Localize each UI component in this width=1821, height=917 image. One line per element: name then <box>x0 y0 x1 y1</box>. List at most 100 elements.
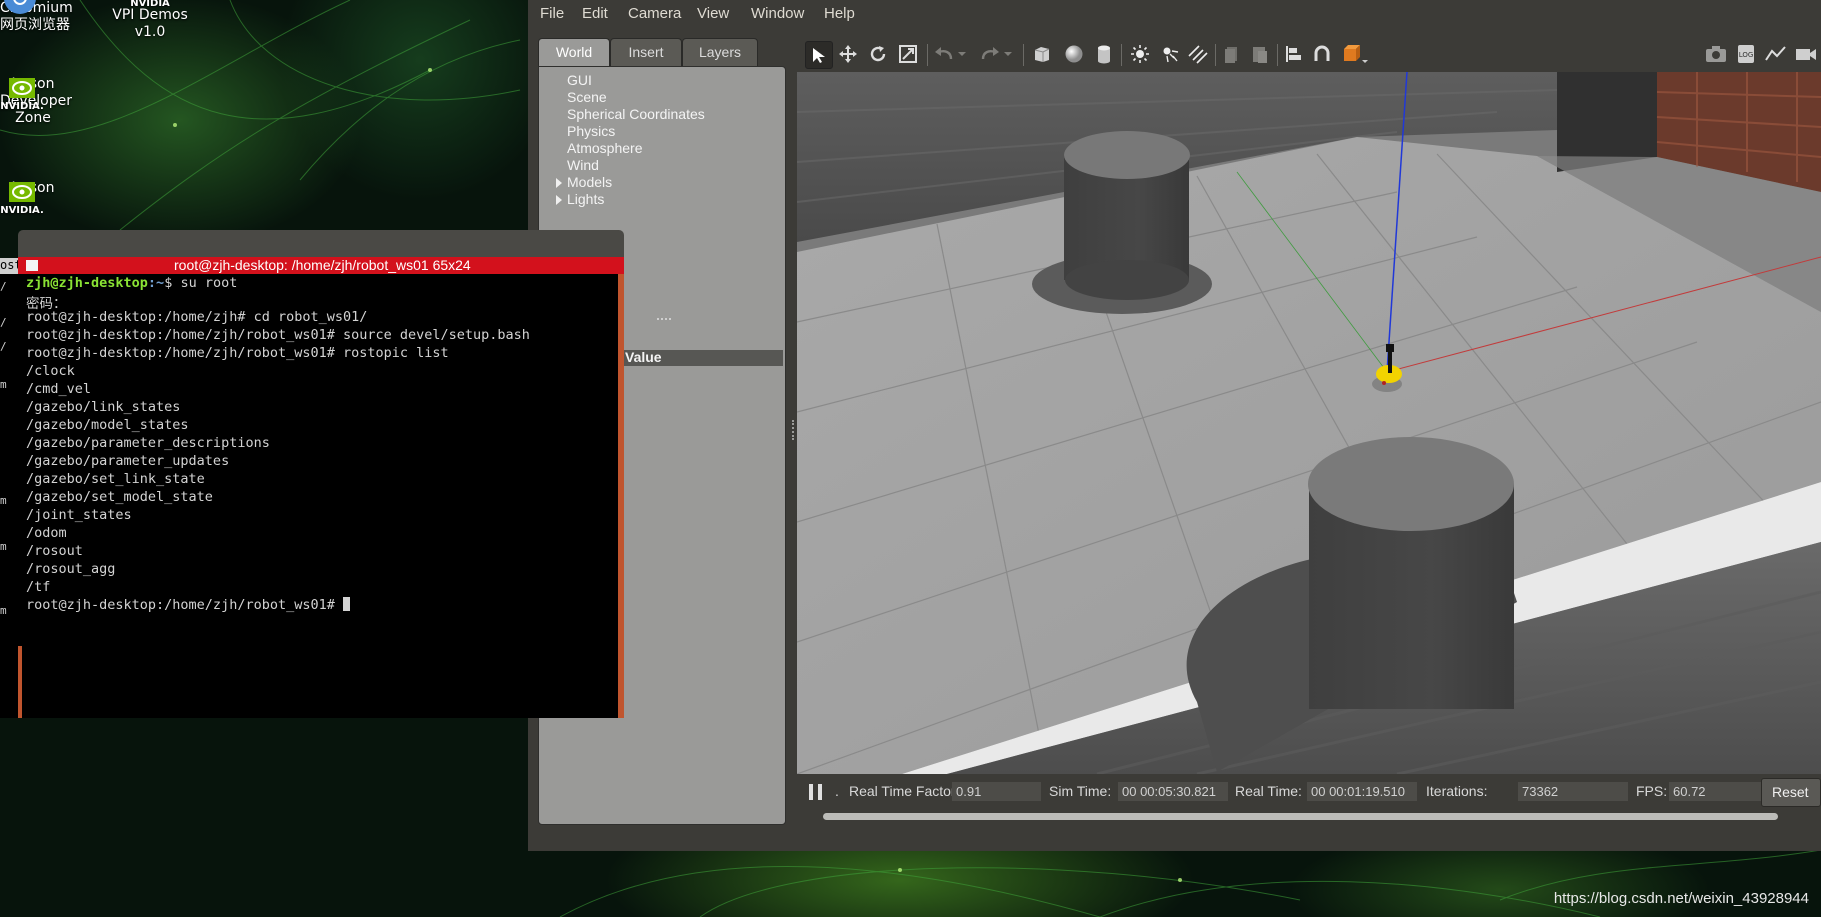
terminal-border <box>618 274 624 718</box>
menu-view[interactable]: View <box>697 5 729 22</box>
3d-viewport[interactable] <box>797 72 1821 774</box>
terminal-line: root@zjh-desktop:/home/zjh/robot_ws01# s… <box>26 327 530 343</box>
fps-value: 60.72 <box>1669 782 1761 801</box>
panel-splitter-handle[interactable] <box>657 318 671 322</box>
snap-icon[interactable] <box>1309 41 1335 67</box>
iterations-label: Iterations: <box>1426 783 1488 799</box>
terminal-line: /gazebo/set_model_state <box>26 489 213 505</box>
sim-time-value: 00 00:05:30.821 <box>1118 782 1228 801</box>
menu-help[interactable]: Help <box>824 5 855 22</box>
tree-item-lights[interactable]: Lights <box>556 191 605 207</box>
terminal-line: /rosout_agg <box>26 561 116 577</box>
redo-icon[interactable] <box>977 41 1003 67</box>
desktop-icon-chromium[interactable]: Chromium 网页浏览器 <box>0 0 73 34</box>
terminal-line: /gazebo/set_link_state <box>26 471 205 487</box>
scrollbar-thumb[interactable] <box>823 813 1778 820</box>
tree-item-label: Lights <box>567 191 605 207</box>
scene-render <box>797 72 1821 774</box>
menu-window[interactable]: Window <box>751 5 804 22</box>
paste-icon[interactable] <box>1247 41 1273 67</box>
terminal-line: root@zjh-desktop:/home/zjh# cd robot_ws0… <box>26 309 368 325</box>
tree-item-label: Models <box>567 174 613 190</box>
toolbar-separator <box>1215 44 1216 66</box>
real-time-value: 00 00:01:19.510 <box>1307 782 1417 801</box>
terminal-line: /cmd_vel <box>26 381 92 397</box>
point-light-icon[interactable] <box>1127 41 1153 67</box>
pause-icon <box>818 784 822 800</box>
toolbar-separator <box>1277 44 1278 66</box>
select-mode-icon[interactable] <box>805 41 833 69</box>
property-header-label: Value <box>625 349 662 365</box>
watermark-url: https://blog.csdn.net/weixin_43928944 <box>1553 890 1809 907</box>
box-icon[interactable] <box>1029 41 1055 67</box>
nvidia-logo-icon: NVIDIA. <box>0 78 44 112</box>
terminal-line: /joint_states <box>26 507 132 523</box>
nvidia-logo-text: NVIDIA <box>130 0 170 7</box>
toolbar-separator <box>1121 44 1122 66</box>
translate-mode-icon[interactable] <box>835 41 861 67</box>
tree-item-gui[interactable]: GUI <box>567 72 592 88</box>
tree-item-scene[interactable]: Scene <box>567 89 607 105</box>
reset-time-button[interactable]: Reset <box>1761 778 1821 807</box>
status-bar: . Real Time Factor: 0.91 Sim Time: 00 00… <box>797 774 1821 810</box>
real-time-factor-label: Real Time Factor: <box>849 783 960 799</box>
nvidia-logo-icon: NVIDIA. <box>0 182 44 216</box>
real-time-factor-value: 0.91 <box>952 782 1041 801</box>
sphere-icon[interactable] <box>1061 41 1087 67</box>
menu-edit[interactable]: Edit <box>582 5 608 22</box>
undo-icon[interactable] <box>931 41 957 67</box>
expand-arrow-icon[interactable] <box>556 178 562 188</box>
panel-tabs: World Insert Layers <box>538 38 786 66</box>
tree-item-models[interactable]: Models <box>556 174 613 190</box>
tree-item-physics[interactable]: Physics <box>567 123 615 139</box>
desktop-icon-label: VPI Demos <box>112 7 188 23</box>
desktop-icon-jetson-developer-zone[interactable]: NVIDIA. Jetson Developer Zone <box>0 76 72 127</box>
terminal-line: /gazebo/link_states <box>26 399 181 415</box>
desktop-icon-jetson[interactable]: NVIDIA. Jetson <box>0 180 66 216</box>
prompt-path: :~ <box>147 275 165 291</box>
svg-text:LOG: LOG <box>1739 51 1754 59</box>
terminal-title: root@zjh-desktop: /home/zjh/robot_ws01 6… <box>174 257 471 273</box>
directional-light-icon[interactable] <box>1185 41 1211 67</box>
menu-file[interactable]: File <box>540 5 564 22</box>
horizontal-scrollbar[interactable] <box>797 810 1821 824</box>
desktop-icon-vpi-demos[interactable]: NVIDIA VPI Demos v1.0 <box>108 0 192 41</box>
step-dot[interactable]: . <box>835 783 839 799</box>
log-icon[interactable]: LOG <box>1733 41 1759 67</box>
terminal-window[interactable]: root@zjh-desktop: /home/zjh/robot_ws01 6… <box>18 230 624 718</box>
expand-arrow-icon[interactable] <box>556 195 562 205</box>
pause-button[interactable] <box>809 784 823 800</box>
view-angle-icon[interactable] <box>1339 41 1371 67</box>
tree-item-atmosphere[interactable]: Atmosphere <box>567 140 642 156</box>
tree-item-spherical-coordinates[interactable]: Spherical Coordinates <box>567 106 705 122</box>
undo-history-chevron-down-icon[interactable] <box>955 41 969 67</box>
tab-layers[interactable]: Layers <box>682 38 758 66</box>
terminal-window-icon <box>26 260 38 271</box>
terminal-output[interactable]: zjh@zjh-desktop:~$ su root 密码： root@zjh-… <box>22 274 618 718</box>
svg-text:NVIDIA.: NVIDIA. <box>0 205 44 216</box>
terminal-line: zjh@zjh-desktop:~$ su root <box>26 275 237 291</box>
spot-light-icon[interactable] <box>1157 41 1183 67</box>
scale-mode-icon[interactable] <box>895 41 921 67</box>
terminal-line: /gazebo/parameter_descriptions <box>26 435 270 451</box>
desktop-icon-label: Zone <box>15 110 51 126</box>
rotate-mode-icon[interactable] <box>865 41 891 67</box>
terminal-titlebar[interactable]: root@zjh-desktop: /home/zjh/robot_ws01 6… <box>18 257 624 274</box>
terminal-prompt-line[interactable]: root@zjh-desktop:/home/zjh/robot_ws01# <box>26 597 350 613</box>
prompt-user: zjh@zjh-desktop <box>26 275 148 291</box>
menu-camera[interactable]: Camera <box>628 5 681 22</box>
tree-item-wind[interactable]: Wind <box>567 157 599 173</box>
screenshot-icon[interactable] <box>1703 41 1729 67</box>
video-record-icon[interactable] <box>1793 41 1819 67</box>
copy-icon[interactable] <box>1219 41 1245 67</box>
toolbar: LOG <box>797 36 1821 72</box>
tab-world[interactable]: World <box>538 38 610 66</box>
cylinder-icon[interactable] <box>1091 41 1117 67</box>
desktop-icon-label: v1.0 <box>134 24 166 40</box>
plot-icon[interactable] <box>1763 41 1789 67</box>
align-icon[interactable] <box>1281 41 1307 67</box>
redo-history-chevron-down-icon[interactable] <box>1001 41 1015 67</box>
property-value-header: Value <box>609 349 783 366</box>
fps-label: FPS: <box>1636 783 1668 799</box>
tab-insert[interactable]: Insert <box>610 38 682 66</box>
